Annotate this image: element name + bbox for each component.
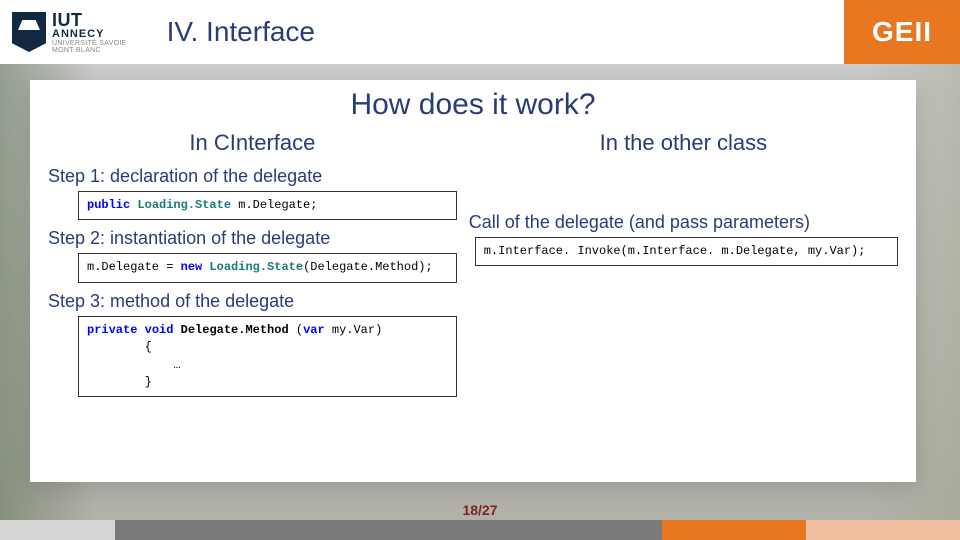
logo-line4: MONT BLANC	[52, 47, 127, 54]
step2-label: Step 2: instantiation of the delegate	[48, 228, 457, 249]
call-label: Call of the delegate (and pass parameter…	[469, 212, 898, 233]
right-column: In the other class Call of the delegate …	[469, 130, 898, 401]
left-heading: In CInterface	[48, 130, 457, 156]
step1-label: Step 1: declaration of the delegate	[48, 166, 457, 187]
page-title: How does it work?	[48, 88, 898, 122]
code-call: m.Interface. Invoke(m.Interface. m.Deleg…	[475, 237, 898, 266]
logo-line2: ANNECY	[52, 29, 127, 40]
right-heading: In the other class	[469, 130, 898, 156]
page-number: 18/27	[0, 502, 960, 518]
code-method: private void Delegate.Method (var my.Var…	[78, 316, 457, 398]
header: IUT ANNECY UNIVERSITÉ SAVOIE MONT BLANC …	[0, 0, 960, 64]
logo-text: IUT ANNECY UNIVERSITÉ SAVOIE MONT BLANC	[52, 11, 127, 54]
code-instantiation: m.Delegate = new Loading.State(Delegate.…	[78, 253, 457, 282]
logo-line3: UNIVERSITÉ SAVOIE	[52, 40, 127, 47]
shield-icon	[12, 12, 46, 52]
step3-label: Step 3: method of the delegate	[48, 291, 457, 312]
progress-seg-3	[662, 520, 806, 540]
department-badge: GEII	[844, 0, 960, 64]
section-title: IV. Interface	[167, 16, 315, 48]
progress-seg-4	[806, 520, 960, 540]
institution-logo: IUT ANNECY UNIVERSITÉ SAVOIE MONT BLANC	[12, 11, 127, 54]
progress-bar	[0, 520, 960, 540]
code-declaration: public Loading.State m.Delegate;	[78, 191, 457, 220]
left-column: In CInterface Step 1: declaration of the…	[48, 130, 457, 401]
logo-line1: IUT	[52, 11, 127, 29]
progress-seg-1	[0, 520, 115, 540]
content-card: How does it work? In CInterface Step 1: …	[30, 80, 916, 482]
progress-seg-2	[115, 520, 662, 540]
